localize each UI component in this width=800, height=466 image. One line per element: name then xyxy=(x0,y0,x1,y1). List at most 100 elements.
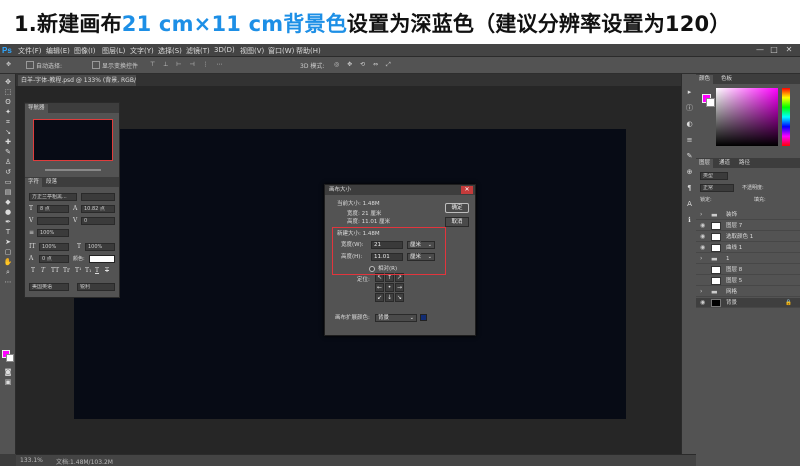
menu-image[interactable]: 图像(I) xyxy=(74,46,96,56)
eyedropper-icon[interactable]: ↘ xyxy=(3,128,13,136)
paragraph-icon[interactable]: ¶ xyxy=(685,184,694,192)
auto-select-checkbox[interactable] xyxy=(26,61,34,69)
3d-mode-icons[interactable]: ◎ ✥ ⟲ ⇔ ⤢ xyxy=(334,61,394,69)
text-color-swatch[interactable] xyxy=(89,255,115,263)
font-family-select[interactable]: 方正兰亭粗黑... xyxy=(29,193,77,201)
layer-row[interactable]: › ▬ 1 xyxy=(696,254,800,264)
anchor-left[interactable]: ← xyxy=(375,283,384,292)
tab-paragraph[interactable]: 段落 xyxy=(43,178,60,187)
menu-layer[interactable]: 图层(L) xyxy=(102,46,125,56)
menu-help[interactable]: 帮助(H) xyxy=(296,46,321,56)
leading-field[interactable]: 10.82 点 xyxy=(81,205,115,213)
menu-filter[interactable]: 滤镜(T) xyxy=(186,46,210,56)
tab-channels[interactable]: 通道 xyxy=(716,159,733,168)
align-icons[interactable]: ⊤ ⊥ ⊢ ⊣ ⋮ ⋯ xyxy=(150,61,225,68)
type-style-superscript[interactable]: T¹ xyxy=(75,267,81,274)
hand-icon[interactable]: ✋ xyxy=(3,258,13,266)
move-icon[interactable]: ✥ xyxy=(3,78,13,86)
history-icon[interactable]: ▸ xyxy=(685,88,694,96)
menu-file[interactable]: 文件(F) xyxy=(18,46,42,56)
visibility-icon[interactable]: ◉ xyxy=(700,245,705,251)
layer-row[interactable]: ◉ 选取颜色 1 xyxy=(696,232,800,242)
menu-type[interactable]: 文字(Y) xyxy=(130,46,154,56)
layer-row[interactable]: › ▬ 网格 xyxy=(696,287,800,297)
menu-select[interactable]: 选择(S) xyxy=(158,46,182,56)
tab-character[interactable]: 字符 xyxy=(25,178,43,187)
vertical-scale-field[interactable]: 100% xyxy=(39,243,69,251)
type-style-allcaps[interactable]: TT xyxy=(51,267,59,274)
crop-icon[interactable]: ⌗ xyxy=(3,118,13,126)
eraser-icon[interactable]: ▭ xyxy=(3,178,13,186)
menu-view[interactable]: 视图(V) xyxy=(240,46,264,56)
tab-color[interactable]: 颜色 xyxy=(696,75,714,84)
anti-alias-select[interactable]: 锐利 xyxy=(77,283,115,291)
scale-field[interactable]: 100% xyxy=(37,229,69,237)
pen-icon[interactable]: ✒ xyxy=(3,218,13,226)
color-picker-field[interactable] xyxy=(716,88,778,146)
anchor-bottom-left[interactable]: ↙ xyxy=(375,293,384,302)
clone-source-icon[interactable]: ⊕ xyxy=(685,168,694,176)
hue-slider[interactable] xyxy=(782,88,790,146)
visibility-icon[interactable]: › xyxy=(700,212,702,218)
layer-row[interactable]: ◉ 图层 7 xyxy=(696,221,800,231)
visibility-icon[interactable]: ◉ xyxy=(700,234,705,240)
layer-kind-filter[interactable]: 类型 xyxy=(700,172,728,180)
cancel-button[interactable]: 取消 xyxy=(445,217,469,227)
tab-paths[interactable]: 路径 xyxy=(736,159,753,168)
history-brush-icon[interactable]: ↺ xyxy=(3,168,13,176)
shape-icon[interactable]: ▢ xyxy=(3,248,13,256)
font-style-select[interactable] xyxy=(81,193,115,201)
type-style-italic[interactable]: T xyxy=(41,267,45,274)
tab-layers[interactable]: 图层 xyxy=(696,159,714,168)
properties-icon[interactable]: ≡ xyxy=(685,136,694,144)
more-tools-icon[interactable]: ⋯ xyxy=(3,278,13,286)
anchor-center[interactable]: • xyxy=(385,283,394,292)
layer-row[interactable]: ◉ 曲线 1 xyxy=(696,243,800,253)
brushes-icon[interactable]: ✎ xyxy=(685,152,694,160)
show-transform-checkbox[interactable] xyxy=(92,61,100,69)
background-color-swatch[interactable] xyxy=(6,354,14,362)
tab-navigator[interactable]: 导航器 xyxy=(25,104,48,113)
anchor-right[interactable]: → xyxy=(395,283,404,292)
baseline-field[interactable]: 0 点 xyxy=(39,255,69,263)
styles-icon[interactable]: A xyxy=(685,200,694,208)
navigator-preview[interactable] xyxy=(33,119,113,161)
language-select[interactable]: 美国英语 xyxy=(29,283,69,291)
type-icon[interactable]: T xyxy=(3,228,13,236)
blend-mode-select[interactable]: 正常 xyxy=(700,184,734,192)
type-style-strikethrough[interactable]: T xyxy=(105,267,109,274)
move-tool-icon[interactable]: ✥ xyxy=(6,61,11,68)
layer-row-background[interactable]: ◉ 背景 🔒 xyxy=(696,298,800,308)
type-style-subscript[interactable]: T₁ xyxy=(85,267,91,274)
marquee-icon[interactable]: ⬚ xyxy=(3,88,13,96)
extension-color-swatch[interactable] xyxy=(420,314,427,321)
kerning-field[interactable] xyxy=(37,217,69,225)
color-panel-background[interactable] xyxy=(706,98,715,107)
layer-row[interactable]: 图层 8 xyxy=(696,265,800,275)
healing-icon[interactable]: ✚ xyxy=(3,138,13,146)
menu-edit[interactable]: 编辑(E) xyxy=(46,46,70,56)
visibility-icon[interactable]: ◉ xyxy=(700,300,705,306)
layer-row[interactable]: 图层 5 xyxy=(696,276,800,286)
screen-mode-icon[interactable]: ▣ xyxy=(3,378,13,386)
type-style-underline[interactable]: T xyxy=(95,267,99,274)
document-tab[interactable]: 白羊-字体-教程.psd @ 133% (背景, RGB/8) * xyxy=(18,75,136,86)
dodge-icon[interactable]: ● xyxy=(3,208,13,216)
minimize-icon[interactable]: — xyxy=(754,45,766,55)
stamp-icon[interactable]: ♙ xyxy=(3,158,13,166)
zoom-slider[interactable] xyxy=(45,169,101,171)
path-select-icon[interactable]: ➤ xyxy=(3,238,13,246)
anchor-bottom-right[interactable]: ↘ xyxy=(395,293,404,302)
anchor-bottom[interactable]: ↓ xyxy=(385,293,394,302)
tab-swatches[interactable]: 色板 xyxy=(718,75,735,84)
close-icon[interactable]: ✕ xyxy=(783,45,795,55)
menu-3d[interactable]: 3D(D) xyxy=(214,46,235,54)
tracking-field[interactable]: 0 xyxy=(81,217,115,225)
maximize-icon[interactable]: □ xyxy=(768,45,780,55)
adjustments-icon[interactable]: ◐ xyxy=(685,120,694,128)
visibility-icon[interactable]: › xyxy=(700,289,702,295)
lasso-icon[interactable]: ʘ xyxy=(3,98,13,106)
blur-icon[interactable]: ◆ xyxy=(3,198,13,206)
type-style-bold[interactable]: T xyxy=(31,267,35,274)
type-style-smallcaps[interactable]: Tr xyxy=(63,267,70,274)
